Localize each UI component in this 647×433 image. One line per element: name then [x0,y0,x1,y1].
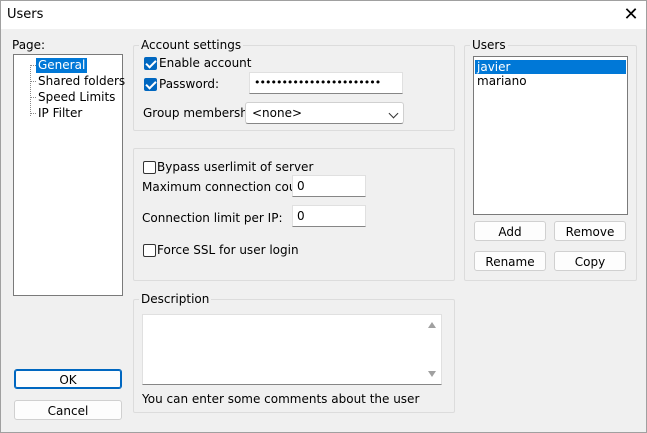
page-label: Page: [12,38,46,52]
group-membership-select[interactable]: <none> [245,102,404,124]
title-bar: Users ✕ [1,1,646,29]
page-item-general[interactable]: General [36,58,88,73]
user-item-mariano[interactable]: mariano [475,74,626,88]
users-label: Users [470,38,508,52]
rename-user-button[interactable]: Rename [474,251,546,271]
page-item-ip-filter[interactable]: IP Filter [36,106,84,121]
copy-user-button[interactable]: Copy [554,251,626,271]
cancel-button[interactable]: Cancel [14,400,122,420]
description-textarea[interactable] [142,314,442,385]
chevron-down-icon [388,108,399,119]
password-checkbox[interactable] [144,78,157,91]
remove-user-button[interactable]: Remove [554,221,626,241]
users-list[interactable]: javier mariano [473,56,628,215]
bypass-userlimit-label: Bypass userlimit of server [157,160,314,174]
connection-per-ip-label: Connection limit per IP: [142,211,283,225]
scroll-down-icon[interactable] [428,371,436,377]
force-ssl-checkbox[interactable] [143,244,156,257]
page-item-shared-folders[interactable]: Shared folders [36,74,127,89]
bypass-userlimit-checkbox[interactable] [143,161,156,174]
description-label: Description [139,292,212,306]
page-tree[interactable]: General Shared folders Speed Limits IP F… [13,54,125,296]
description-scrollbar[interactable] [424,315,441,384]
tree-connector [30,65,31,116]
force-ssl-label: Force SSL for user login [157,243,299,257]
ok-button[interactable]: OK [14,369,122,389]
connection-per-ip-input[interactable]: 0 [292,205,366,227]
account-settings-label: Account settings [139,38,244,52]
enable-account-checkbox[interactable] [144,57,157,70]
max-connection-input[interactable]: 0 [292,175,366,197]
window-title: Users [7,7,44,22]
scroll-up-icon[interactable] [428,322,436,328]
group-membership-value: <none> [252,106,303,120]
password-label: Password: [159,77,220,91]
close-icon[interactable]: ✕ [617,3,645,27]
password-field[interactable]: ••••••••••••••••••••••• [249,72,403,94]
max-connection-label: Maximum connection count: [142,180,313,194]
description-hint: You can enter some comments about the us… [142,392,420,406]
enable-account-label: Enable account [159,56,252,70]
user-item-javier[interactable]: javier [475,60,626,74]
page-item-speed-limits[interactable]: Speed Limits [36,90,117,105]
users-dialog: Users ✕ Page: General Shared folders Spe… [0,0,647,433]
add-user-button[interactable]: Add [474,221,546,241]
